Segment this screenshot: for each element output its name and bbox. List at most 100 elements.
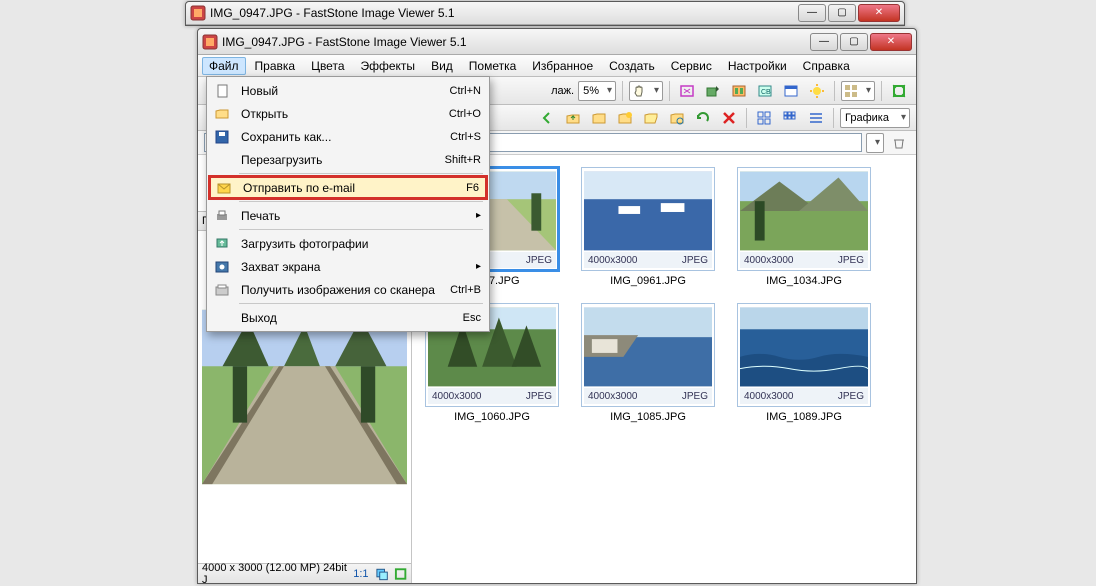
minimize-button[interactable]: — (798, 4, 826, 22)
statusbar: 4000 x 3000 (12.00 MP) 24bit J 1:1 (198, 563, 411, 583)
menu-item-сохранить-как-[interactable]: Сохранить как...Ctrl+S (209, 125, 487, 148)
menu-цвета[interactable]: Цвета (304, 57, 351, 75)
view-small-icon[interactable] (779, 107, 801, 129)
menu-item-загрузить-фотографии[interactable]: Загрузить фотографии (209, 232, 487, 255)
menu-файл[interactable]: Файл (202, 57, 246, 75)
thumbnail[interactable]: 4000x3000JPEG IMG_1085.JPG (578, 303, 718, 423)
thumb-meta: 4000x3000JPEG (584, 252, 712, 268)
menu-separator (239, 303, 483, 304)
close-button[interactable]: ✕ (858, 4, 900, 22)
open-icon (214, 106, 230, 122)
menu-создать[interactable]: Создать (602, 57, 662, 75)
status-text: 4000 x 3000 (12.00 MP) 24bit J (202, 562, 347, 584)
trash-icon[interactable] (888, 132, 910, 154)
tool-fullscreen-icon[interactable] (888, 80, 910, 102)
menu-item-печать[interactable]: Печать▸ (209, 204, 487, 227)
app-icon (190, 5, 206, 21)
mail-icon (216, 180, 232, 196)
tool-calendar-icon[interactable] (780, 80, 802, 102)
separator (746, 108, 747, 128)
filter-select[interactable]: Графика (840, 108, 910, 128)
separator (881, 81, 882, 101)
thumb-meta: 4000x3000JPEG (428, 388, 556, 404)
menu-item-захват-экрана[interactable]: Захват экрана▸ (209, 255, 487, 278)
expand-icon[interactable] (394, 567, 407, 581)
maximize-button[interactable]: ▢ (840, 33, 868, 51)
separator (622, 81, 623, 101)
menu-вид[interactable]: Вид (424, 57, 460, 75)
capture-icon (214, 259, 230, 275)
upload-icon (214, 236, 230, 252)
smooth-label: лаж. (551, 85, 574, 97)
thumb-image (584, 306, 712, 388)
menu-item-выход[interactable]: ВыходEsc (209, 306, 487, 329)
menu-item-отправить-по-e-mail[interactable]: Отправить по e-mailF6 (208, 175, 488, 200)
background-window: IMG_0947.JPG - FastStone Image Viewer 5.… (185, 1, 905, 26)
status-ratio: 1:1 (353, 568, 368, 580)
menu-правка[interactable]: Правка (248, 57, 303, 75)
menu-separator (239, 173, 483, 174)
thumbnail[interactable]: 4000x3000JPEGIMG_0961.JPG (578, 167, 718, 287)
thumb-name: IMG_1034.JPG (766, 275, 842, 287)
view-list-icon[interactable] (805, 107, 827, 129)
window-title: IMG_0947.JPG - FastStone Image Viewer 5.… (210, 6, 798, 20)
maximize-button[interactable]: ▢ (828, 4, 856, 22)
tool-grid-select[interactable] (841, 81, 875, 101)
menu-separator (239, 229, 483, 230)
folder-search-icon[interactable] (666, 107, 688, 129)
scan-icon (214, 282, 230, 298)
separator (669, 81, 670, 101)
titlebar: IMG_0947.JPG - FastStone Image Viewer 5.… (186, 2, 904, 25)
tool-cb-icon[interactable]: CB (754, 80, 776, 102)
tool-arrow-up-icon[interactable] (702, 80, 724, 102)
file-menu-dropdown[interactable]: НовыйCtrl+NОткрытьCtrl+OСохранить как...… (206, 76, 490, 332)
thumbnail[interactable]: 4000x3000JPEG IMG_1034.JPG (734, 167, 874, 287)
thumb-image (740, 306, 868, 388)
print-icon (214, 208, 230, 224)
delete-icon[interactable] (718, 107, 740, 129)
svg-text:CB: CB (761, 89, 771, 96)
close-button[interactable]: ✕ (870, 33, 912, 51)
back-icon[interactable] (536, 107, 558, 129)
thumb-name: IMG_1060.JPG (454, 411, 530, 423)
thumb-meta: 4000x3000JPEG (584, 388, 712, 404)
menu-пометка[interactable]: Пометка (462, 57, 524, 75)
minimize-button[interactable]: — (810, 33, 838, 51)
thumb-name: IMG_1085.JPG (610, 411, 686, 423)
tool-sun-icon[interactable] (806, 80, 828, 102)
separator (833, 108, 834, 128)
tool-flip-icon[interactable] (728, 80, 750, 102)
titlebar[interactable]: IMG_0947.JPG - FastStone Image Viewer 5.… (198, 29, 916, 55)
menu-справка[interactable]: Справка (796, 57, 857, 75)
menu-настройки[interactable]: Настройки (721, 57, 794, 75)
refresh-icon[interactable] (692, 107, 714, 129)
menu-item-получить-изображения-со-сканера[interactable]: Получить изображения со сканераCtrl+B (209, 278, 487, 301)
thumb-meta: 4000x3000JPEG (740, 388, 868, 404)
folder-icon[interactable] (588, 107, 610, 129)
menu-item-перезагрузить[interactable]: ПерезагрузитьShift+R (209, 148, 487, 171)
hand-icon (632, 84, 646, 98)
thumb-name: IMG_1089.JPG (766, 411, 842, 423)
app-icon (202, 34, 218, 50)
menu-эффекты[interactable]: Эффекты (354, 57, 423, 75)
menubar: ФайлПравкаЦветаЭффектыВидПометкаИзбранно… (198, 55, 916, 77)
layers-icon[interactable] (375, 567, 388, 581)
folder-open-icon[interactable] (640, 107, 662, 129)
thumb-image (740, 170, 868, 252)
folder-new-icon[interactable] (614, 107, 636, 129)
path-dropdown[interactable] (866, 133, 884, 153)
hand-tool[interactable] (629, 81, 663, 101)
thumb-meta: 4000x3000JPEG (740, 252, 868, 268)
menu-избранное[interactable]: Избранное (525, 57, 600, 75)
menu-item-новый[interactable]: НовыйCtrl+N (209, 79, 487, 102)
menu-item-открыть[interactable]: ОткрытьCtrl+O (209, 102, 487, 125)
up-folder-icon[interactable] (562, 107, 584, 129)
grid-icon (844, 84, 858, 98)
thumbnail[interactable]: 4000x3000JPEG IMG_1089.JPG (734, 303, 874, 423)
zoom-select[interactable]: 5% (578, 81, 616, 101)
separator (834, 81, 835, 101)
view-large-icon[interactable] (753, 107, 775, 129)
save-icon (214, 129, 230, 145)
menu-сервис[interactable]: Сервис (664, 57, 719, 75)
tool-fit-icon[interactable] (676, 80, 698, 102)
